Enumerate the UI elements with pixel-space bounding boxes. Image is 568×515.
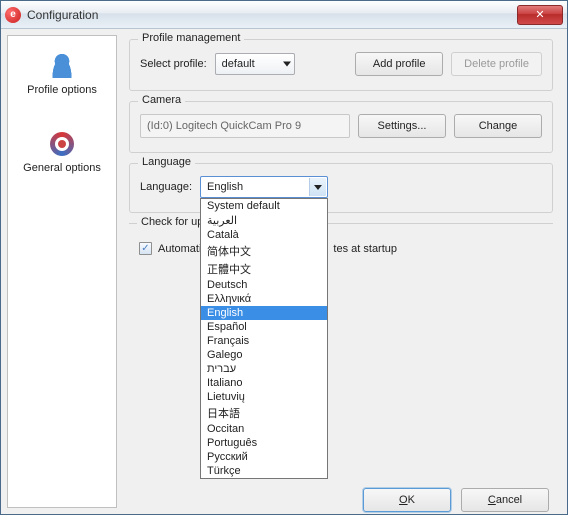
auto-update-checkbox[interactable]: ✓ <box>139 242 152 255</box>
language-option[interactable]: Français <box>201 334 327 348</box>
close-icon: ✕ <box>535 8 544 21</box>
profile-management-group: Profile management Select profile: defau… <box>129 39 553 91</box>
language-option[interactable]: System default <box>201 199 327 213</box>
language-option[interactable]: 简体中文 <box>201 242 327 260</box>
cancel-button[interactable]: Cancel <box>461 488 549 512</box>
sidebar-item-general-options[interactable]: General options <box>8 128 116 178</box>
select-profile-label: Select profile: <box>140 58 207 70</box>
updates-group: Check for updates ✓ Automati tes at star… <box>129 223 553 305</box>
camera-change-button[interactable]: Change <box>454 114 542 138</box>
language-option[interactable]: Türkçe <box>201 464 327 478</box>
language-option[interactable]: Русский <box>201 450 327 464</box>
auto-update-label-part-b: tes at startup <box>333 243 397 255</box>
language-option[interactable]: Lietuvių <box>201 390 327 404</box>
language-option[interactable]: Ελληνικά <box>201 292 327 306</box>
window-title: Configuration <box>27 8 517 22</box>
language-dropdown-list[interactable]: System defaultالعربيةCatalà简体中文正體中文Deuts… <box>200 198 328 479</box>
camera-settings-button[interactable]: Settings... <box>358 114 446 138</box>
group-title: Profile management <box>138 32 244 44</box>
language-option[interactable]: Español <box>201 320 327 334</box>
auto-update-label-part-a: Automati <box>158 243 201 255</box>
content-panel: Profile management Select profile: defau… <box>117 29 567 514</box>
profile-icon <box>50 54 74 78</box>
chevron-down-icon <box>283 61 290 68</box>
delete-profile-button: Delete profile <box>451 52 542 76</box>
language-label: Language: <box>140 181 192 193</box>
language-option[interactable]: Occitan <box>201 422 327 436</box>
language-option[interactable]: עברית <box>201 362 327 376</box>
profile-select-value: default <box>222 58 255 70</box>
app-icon: e <box>5 7 21 23</box>
sidebar-item-label: Profile options <box>8 84 116 96</box>
language-option[interactable]: Italiano <box>201 376 327 390</box>
language-group: Language Language: English System defaul… <box>129 163 553 213</box>
sidebar: Profile options General options <box>7 35 117 508</box>
camera-group: Camera (Id:0) Logitech QuickCam Pro 9 Se… <box>129 101 553 153</box>
group-title: Camera <box>138 94 185 106</box>
general-icon <box>50 132 74 156</box>
language-option[interactable]: English <box>201 306 327 320</box>
sidebar-item-profile-options[interactable]: Profile options <box>8 50 116 100</box>
profile-select[interactable]: default <box>215 53 295 75</box>
ok-button[interactable]: OK <box>363 488 451 512</box>
language-option[interactable]: Português <box>201 436 327 450</box>
add-profile-button[interactable]: Add profile <box>355 52 443 76</box>
chevron-down-icon <box>309 178 326 196</box>
language-select-value: English <box>207 181 243 193</box>
camera-device-field: (Id:0) Logitech QuickCam Pro 9 <box>140 114 350 138</box>
language-option[interactable]: Català <box>201 228 327 242</box>
language-option[interactable]: العربية <box>201 213 327 228</box>
sidebar-item-label: General options <box>8 162 116 174</box>
language-option[interactable]: Galego <box>201 348 327 362</box>
titlebar[interactable]: e Configuration ✕ <box>1 1 567 29</box>
language-option[interactable]: 日本語 <box>201 404 327 422</box>
group-title: Language <box>138 156 195 168</box>
language-select[interactable]: English <box>200 176 328 198</box>
close-button[interactable]: ✕ <box>517 5 563 25</box>
configuration-window: e Configuration ✕ Profile options Genera… <box>0 0 568 515</box>
language-option[interactable]: 正體中文 <box>201 260 327 278</box>
language-option[interactable]: Deutsch <box>201 278 327 292</box>
